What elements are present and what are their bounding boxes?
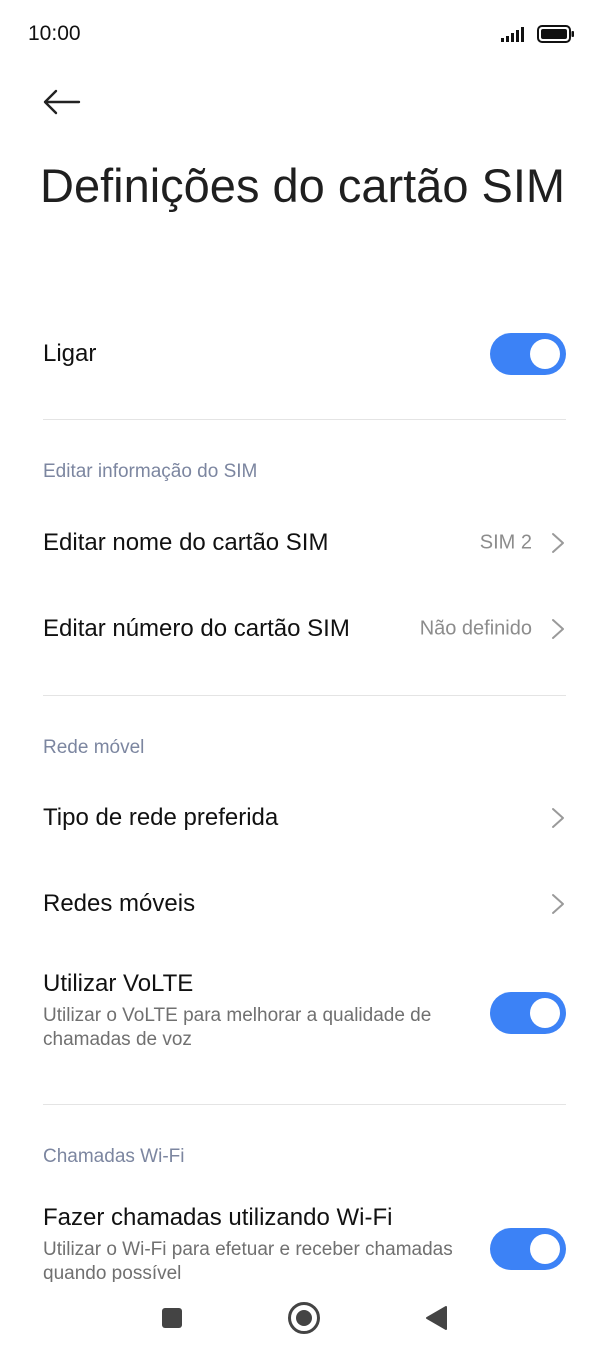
- power-toggle[interactable]: [490, 333, 566, 375]
- volte-toggle[interactable]: [490, 992, 566, 1034]
- home-button[interactable]: [284, 1298, 324, 1338]
- chevron-right-icon: [552, 619, 564, 639]
- page-title: Definições do cartão SIM: [40, 159, 566, 212]
- divider: [43, 695, 566, 696]
- wifi-calling-row[interactable]: Fazer chamadas utilizando Wi-Fi Utilizar…: [43, 1204, 566, 1282]
- sim-name-value: SIM 2: [479, 531, 532, 554]
- edit-sim-name-label: Editar nome do cartão SIM: [43, 529, 329, 556]
- section-header-sim-info: Editar informação do SIM: [43, 461, 258, 482]
- triangle-back-icon: [426, 1306, 447, 1330]
- wifi-calling-label: Fazer chamadas utilizando Wi-Fi: [43, 1204, 393, 1231]
- power-label: Ligar: [43, 340, 97, 367]
- volte-label: Utilizar VoLTE: [43, 970, 194, 997]
- volte-row[interactable]: Utilizar VoLTE Utilizar o VoLTE para mel…: [43, 970, 566, 1060]
- back-button[interactable]: [36, 80, 86, 124]
- square-icon: [162, 1308, 182, 1328]
- chevron-right-icon: [552, 808, 564, 828]
- preferred-network-type-row[interactable]: Tipo de rede preferida: [43, 787, 566, 849]
- mobile-networks-label: Redes móveis: [43, 890, 196, 917]
- power-toggle-row[interactable]: Ligar: [43, 322, 566, 386]
- divider: [43, 419, 566, 420]
- chevron-right-icon: [552, 894, 564, 914]
- arrow-left-icon: [43, 89, 81, 115]
- scroll-area[interactable]: Definições do cartão SIM Ligar Editar in…: [0, 0, 609, 1282]
- sim-number-value: Não definido: [419, 617, 532, 640]
- recents-button[interactable]: [152, 1298, 192, 1338]
- toggle-knob: [530, 339, 560, 369]
- mobile-networks-row[interactable]: Redes móveis: [43, 873, 566, 935]
- toggle-knob: [530, 998, 560, 1028]
- back-nav-button[interactable]: [416, 1298, 456, 1338]
- navigation-bar: [0, 1282, 609, 1354]
- wifi-calling-description: Utilizar o Wi-Fi para efetuar e receber …: [43, 1239, 453, 1282]
- volte-description: Utilizar o VoLTE para melhorar a qualida…: [43, 1005, 432, 1050]
- edit-sim-number-row[interactable]: Editar número do cartão SIM Não definido: [43, 598, 566, 660]
- wifi-calling-toggle[interactable]: [490, 1228, 566, 1270]
- divider: [43, 1104, 566, 1105]
- section-header-wifi-calling: Chamadas Wi-Fi: [43, 1146, 185, 1167]
- circle-home-icon: [288, 1302, 320, 1334]
- edit-sim-name-row[interactable]: Editar nome do cartão SIM SIM 2: [43, 512, 566, 574]
- edit-sim-number-label: Editar número do cartão SIM: [43, 615, 350, 642]
- preferred-network-type-label: Tipo de rede preferida: [43, 804, 279, 831]
- toggle-knob: [530, 1234, 560, 1264]
- chevron-right-icon: [552, 533, 564, 553]
- section-header-mobile-network: Rede móvel: [43, 737, 145, 758]
